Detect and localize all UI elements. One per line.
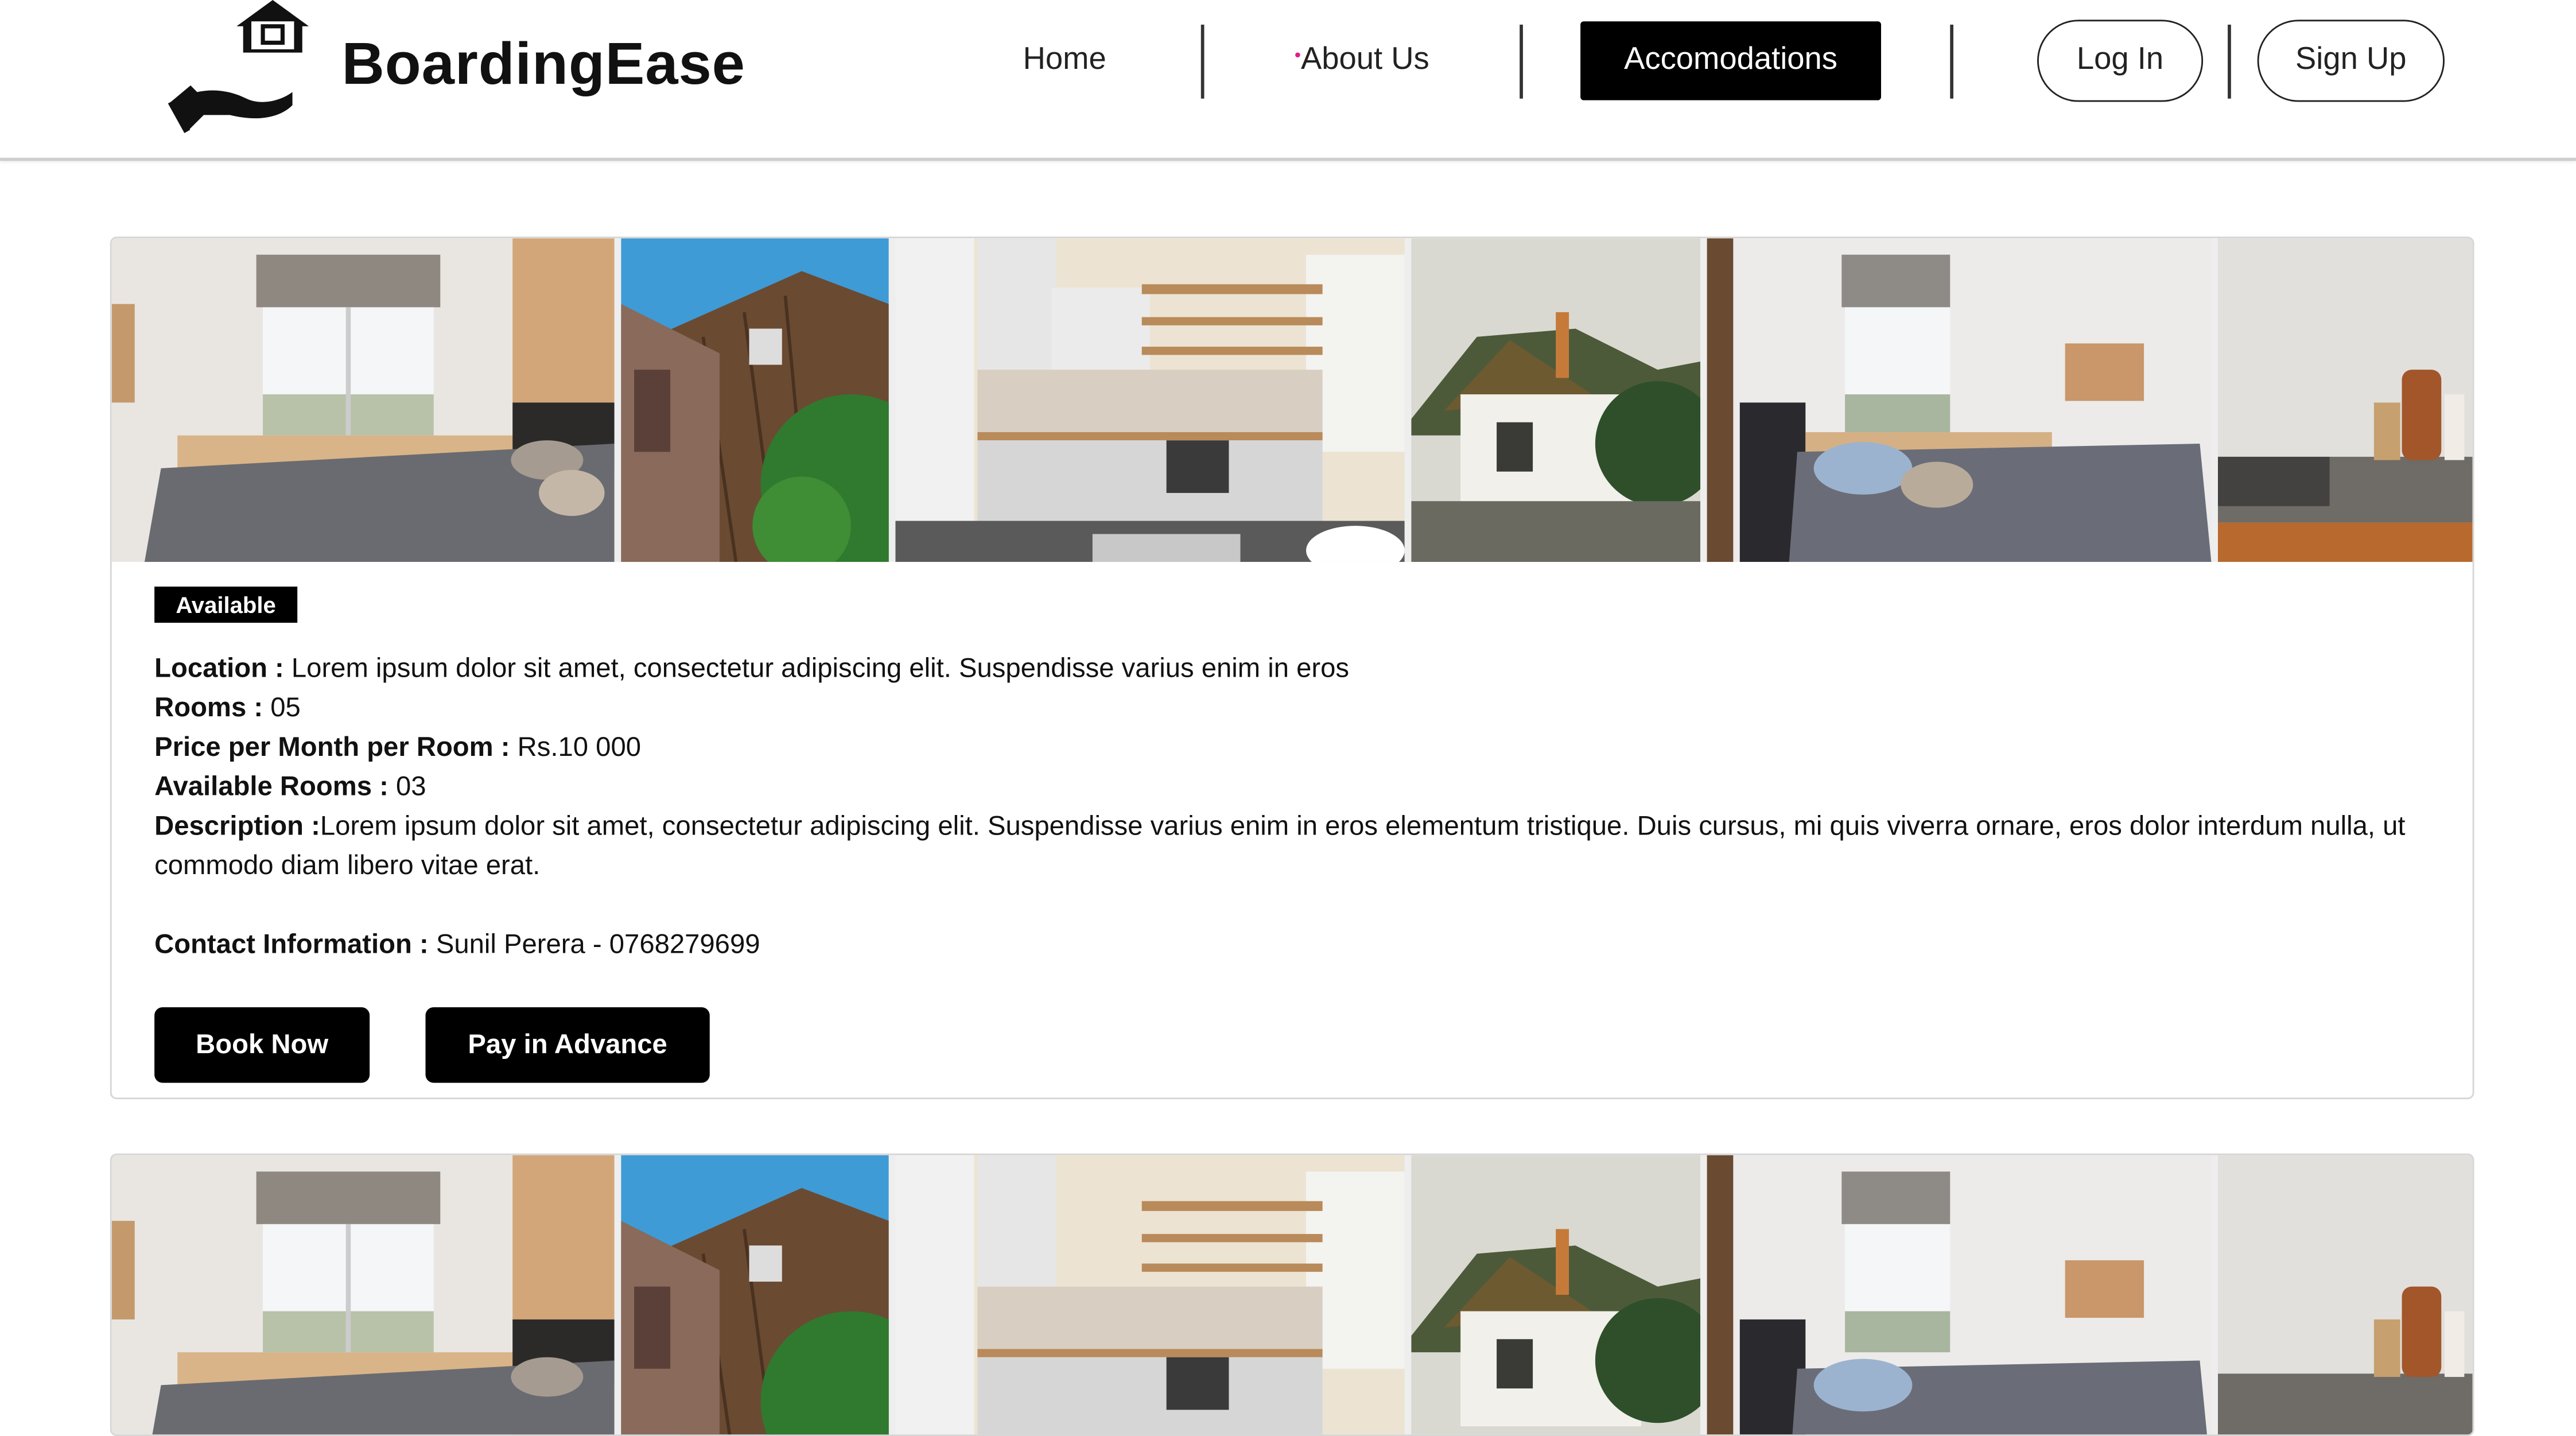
nav-divider	[1950, 24, 1953, 99]
photo-bedroom[interactable]	[111, 1155, 615, 1435]
rooms-row: Rooms : 05	[154, 689, 2438, 728]
page: BoardingEase Home •About Us Accomodation…	[0, 0, 2576, 1436]
listing-card	[110, 1153, 2474, 1436]
photo-house[interactable]	[1411, 238, 1701, 562]
book-now-button[interactable]: Book Now	[154, 1007, 370, 1083]
price-label: Price per Month per Room :	[154, 732, 510, 763]
available-rooms-value: 03	[388, 772, 426, 802]
price-row: Price per Month per Room : Rs.10 000	[154, 728, 2438, 767]
price-value: Rs.10 000	[510, 732, 642, 763]
photo-strip[interactable]	[111, 238, 2473, 562]
contact-row: Contact Information : Sunil Perera - 076…	[154, 925, 2438, 965]
photo-kitchen-detail[interactable]	[2217, 238, 2473, 562]
hand-house-logo-icon	[168, 0, 309, 133]
brand-name[interactable]: BoardingEase	[341, 30, 745, 99]
photo-barn[interactable]	[621, 1155, 889, 1435]
photo-bedroom-2[interactable]	[1707, 238, 2212, 562]
nav-about[interactable]: •About Us	[1255, 21, 1468, 100]
nav-accomodations[interactable]: Accomodations	[1580, 21, 1882, 100]
description-label: Description :	[154, 812, 320, 841]
site-header: BoardingEase Home •About Us Accomodation…	[0, 0, 2576, 161]
rooms-value: 05	[263, 693, 301, 723]
dot-icon: •	[1294, 46, 1301, 66]
photo-barn[interactable]	[621, 238, 889, 562]
contact-label: Contact Information :	[154, 930, 429, 960]
status-badge: Available	[154, 587, 298, 623]
listing-card: Available Location : Lorem ipsum dolor s…	[110, 236, 2474, 1100]
photo-bedroom[interactable]	[111, 238, 615, 562]
nav-about-label: About Us	[1300, 42, 1429, 77]
nav-divider	[1520, 24, 1523, 99]
photo-strip[interactable]	[111, 1155, 2473, 1435]
nav-divider	[2228, 24, 2231, 99]
description-value: Lorem ipsum dolor sit amet, consectetur …	[154, 812, 2406, 881]
login-button[interactable]: Log In	[2037, 20, 2204, 102]
photo-kitchen-detail[interactable]	[2217, 1155, 2473, 1435]
nav-home[interactable]: Home	[986, 21, 1144, 100]
description-row: Description :Lorem ipsum dolor sit amet,…	[154, 807, 2438, 886]
available-rooms-row: Available Rooms : 03	[154, 767, 2438, 807]
nav-divider	[1200, 24, 1205, 99]
pay-in-advance-button[interactable]: Pay in Advance	[425, 1007, 710, 1083]
photo-house[interactable]	[1411, 1155, 1701, 1435]
available-rooms-label: Available Rooms :	[154, 772, 388, 802]
location-value: Lorem ipsum dolor sit amet, consectetur …	[283, 654, 1350, 684]
contact-value: Sunil Perera - 0768279699	[428, 930, 760, 960]
signup-button[interactable]: Sign Up	[2257, 20, 2445, 102]
listing-details: Location : Lorem ipsum dolor sit amet, c…	[154, 649, 2438, 965]
location-row: Location : Lorem ipsum dolor sit amet, c…	[154, 649, 2438, 689]
photo-bedroom-2[interactable]	[1707, 1155, 2212, 1435]
photo-kitchen[interactable]	[895, 238, 1405, 562]
location-label: Location :	[154, 654, 284, 684]
photo-kitchen[interactable]	[895, 1155, 1405, 1435]
rooms-label: Rooms :	[154, 693, 263, 723]
